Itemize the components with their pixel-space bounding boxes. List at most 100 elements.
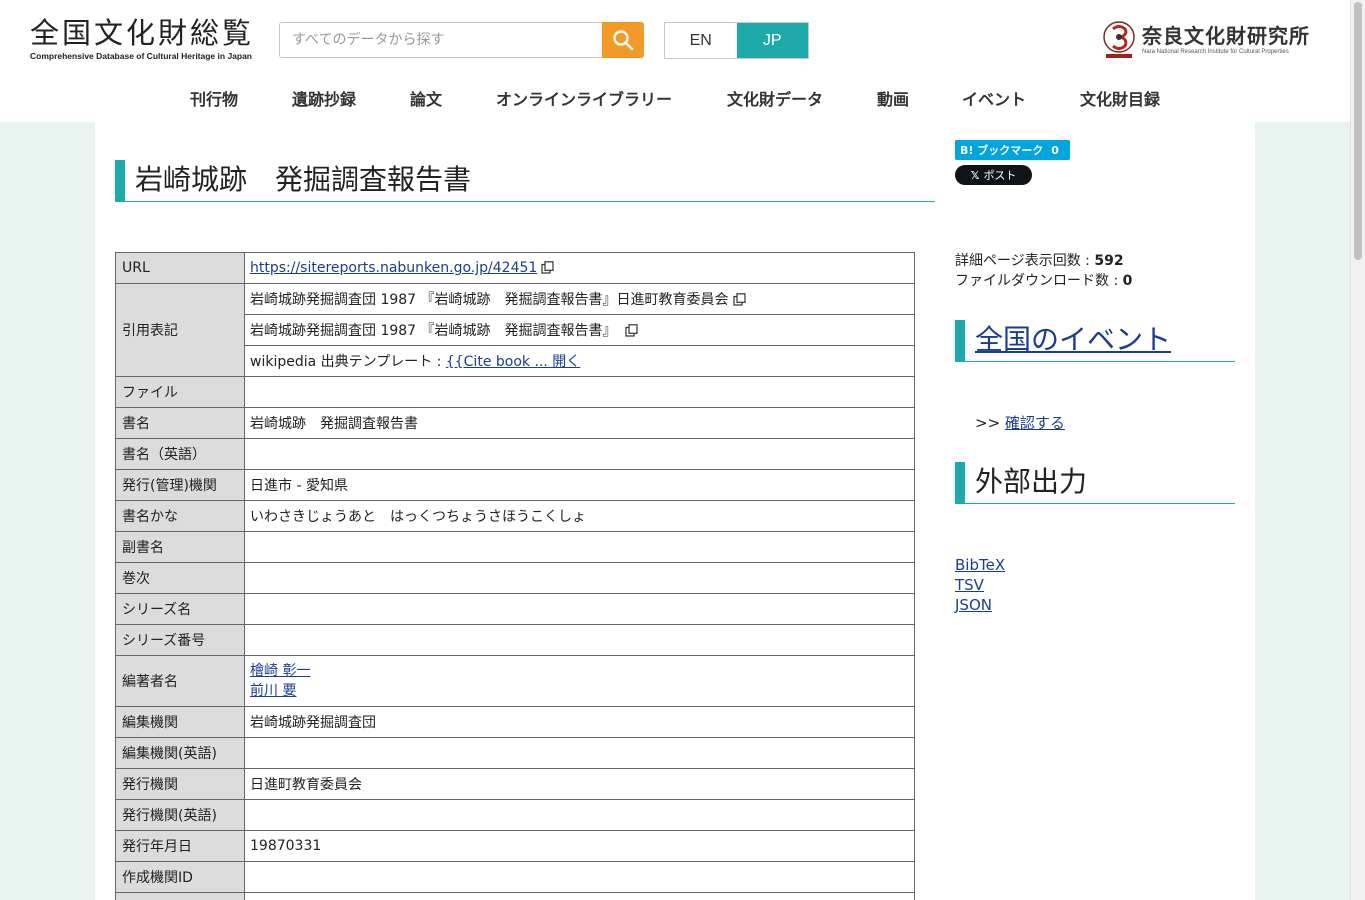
row-label: 副書名 [115, 531, 245, 563]
citation-text: 岩崎城跡発掘調査団 1987 『岩崎城跡 発掘調査報告書』日進町教育委員会 [250, 292, 729, 308]
copy-icon[interactable] [732, 293, 746, 306]
nav-papers[interactable]: 論文 [410, 86, 442, 110]
nav-videos[interactable]: 動画 [877, 86, 909, 110]
table-row: 発行機関(英語) [115, 799, 915, 831]
row-label: 巻次 [115, 562, 245, 594]
row-label: 書名（英語） [115, 438, 245, 470]
export-bibtex-link[interactable]: BibTeX [955, 555, 1005, 575]
lang-jp-button[interactable]: JP [736, 23, 808, 58]
confirm-prefix: >> [975, 414, 1005, 432]
row-label: 引用表記 [115, 283, 245, 377]
row-label: 発行機関(英語) [115, 799, 245, 831]
row-value: 岩崎城跡発掘調査団 [244, 706, 915, 738]
x-post-label: ポスト [983, 169, 1017, 182]
table-row: 編著者名 檜崎 彰一 前川 要 [115, 655, 915, 707]
row-label: 書名 [115, 407, 245, 439]
cite-book-open-link[interactable]: {{Cite book ... 開く [446, 354, 580, 370]
citation-text: 岩崎城跡発掘調査団 1987 『岩崎城跡 発掘調査報告書』 [250, 323, 617, 339]
row-label: シリーズ名 [115, 593, 245, 625]
org-name: 奈良文化財研究所 [1142, 24, 1310, 48]
table-row: 作成機関ID [115, 861, 915, 893]
nav-events[interactable]: イベント [962, 86, 1026, 110]
author-link[interactable]: 前川 要 [250, 683, 296, 699]
row-value: 檜崎 彰一 前川 要 [244, 655, 915, 707]
table-row: シリーズ番号 [115, 624, 915, 656]
row-value: いわさきじょうあと はっくつちょうさほうこくしょ [244, 500, 915, 532]
metadata-table: URL https://sitereports.nabunken.go.jp/4… [115, 252, 915, 900]
site-header: 全国文化財総覧 Comprehensive Database of Cultur… [0, 0, 1350, 122]
table-row: URL https://sitereports.nabunken.go.jp/4… [115, 252, 915, 284]
main-nav: 刊行物 遺跡抄録 論文 オンラインライブラリー 文化財データ 動画 イベント 文… [0, 86, 1350, 112]
views-count: 592 [1094, 253, 1124, 269]
row-label: 編集機関(英語) [115, 737, 245, 769]
row-value: 日進市 - 愛知県 [244, 469, 915, 501]
x-post-button[interactable]: 𝕏 ポスト [955, 165, 1032, 185]
table-row: 巻次 [115, 562, 915, 594]
export-json-link[interactable]: JSON [955, 595, 1005, 615]
copy-icon[interactable] [541, 261, 554, 274]
row-value: 岩崎城跡 発掘調査報告書 [244, 407, 915, 439]
logo-title: 全国文化財総覧 [30, 16, 255, 50]
table-row: 書名（英語） [115, 438, 915, 470]
permalink-link[interactable]: https://sitereports.nabunken.go.jp/42451 [250, 260, 537, 276]
row-label: 発行機関 [115, 768, 245, 800]
search-icon [613, 30, 634, 51]
nav-online-library[interactable]: オンラインライブラリー [496, 86, 672, 110]
row-label: ファイル [115, 376, 245, 408]
row-value [244, 892, 915, 900]
events-heading-link[interactable]: 全国のイベント [975, 323, 1171, 356]
x-logo-icon: 𝕏 [970, 168, 980, 182]
scrollbar-thumb[interactable] [1354, 2, 1362, 260]
logo-subtitle: Comprehensive Database of Cultural Herit… [30, 51, 253, 61]
table-row: ファイル [115, 376, 915, 408]
page-title: 岩崎城跡 発掘調査報告書 [115, 160, 935, 202]
views-label: 詳細ページ表示回数 : [955, 253, 1095, 269]
search-button[interactable] [602, 22, 644, 58]
search-input[interactable] [280, 23, 602, 57]
wikipedia-template-label: wikipedia 出典テンプレート : [250, 354, 446, 370]
hatena-bookmark-button[interactable]: B! ブックマーク 0 [955, 140, 1070, 160]
row-label: 編著者名 [115, 655, 245, 707]
row-value [244, 531, 915, 563]
nav-site-summaries[interactable]: 遺跡抄録 [292, 86, 356, 110]
row-value: wikipedia 出典テンプレート : {{Cite book ... 開く [244, 345, 915, 377]
export-tsv-link[interactable]: TSV [955, 575, 1005, 595]
row-label [115, 892, 245, 900]
table-row: 書名かな いわさきじょうあと はっくつちょうさほうこくしょ [115, 500, 915, 532]
org-name-en: Nara National Research Institute for Cul… [1142, 49, 1289, 55]
org-logo[interactable]: 奈良文化財研究所 Nara National Research Institut… [1102, 18, 1310, 60]
events-heading: 全国のイベント [955, 320, 1235, 362]
row-label: 発行年月日 [115, 830, 245, 862]
row-value [244, 737, 915, 769]
export-links: BibTeX TSV JSON [955, 555, 1005, 615]
nav-publications[interactable]: 刊行物 [190, 86, 238, 110]
nav-cultural-data[interactable]: 文化財データ [727, 86, 823, 110]
row-label: シリーズ番号 [115, 624, 245, 656]
hatena-bookmark-label: B! ブックマーク [960, 144, 1044, 157]
row-label: 書名かな [115, 500, 245, 532]
table-row: 副書名 [115, 531, 915, 563]
institute-emblem-icon [1103, 21, 1135, 58]
vertical-scrollbar[interactable] [1350, 0, 1365, 900]
row-label: URL [115, 252, 245, 284]
events-confirm: >> 確認する [975, 412, 1065, 433]
table-row: シリーズ名 [115, 593, 915, 625]
site-logo[interactable]: 全国文化財総覧 Comprehensive Database of Cultur… [30, 16, 254, 61]
downloads-count: 0 [1122, 273, 1133, 289]
row-value: 日進町教育委員会 [244, 768, 915, 800]
row-label: 作成機関ID [115, 861, 245, 893]
lang-en-button[interactable]: EN [665, 23, 737, 58]
page-stats: 詳細ページ表示回数 : 592 ファイルダウンロード数 : 0 [955, 251, 1132, 291]
row-value [244, 799, 915, 831]
confirm-link[interactable]: 確認する [1005, 414, 1065, 432]
nav-catalog[interactable]: 文化財目録 [1080, 86, 1160, 110]
table-row: 発行年月日 19870331 [115, 830, 915, 862]
page-margin-right [1255, 122, 1350, 900]
author-link[interactable]: 檜崎 彰一 [250, 663, 310, 679]
row-value: https://sitereports.nabunken.go.jp/42451 [244, 252, 915, 284]
row-value [244, 624, 915, 656]
table-row: 書名 岩崎城跡 発掘調査報告書 [115, 407, 915, 439]
copy-icon[interactable] [624, 324, 638, 337]
row-value: 19870331 [244, 830, 915, 862]
row-label: 編集機関 [115, 706, 245, 738]
